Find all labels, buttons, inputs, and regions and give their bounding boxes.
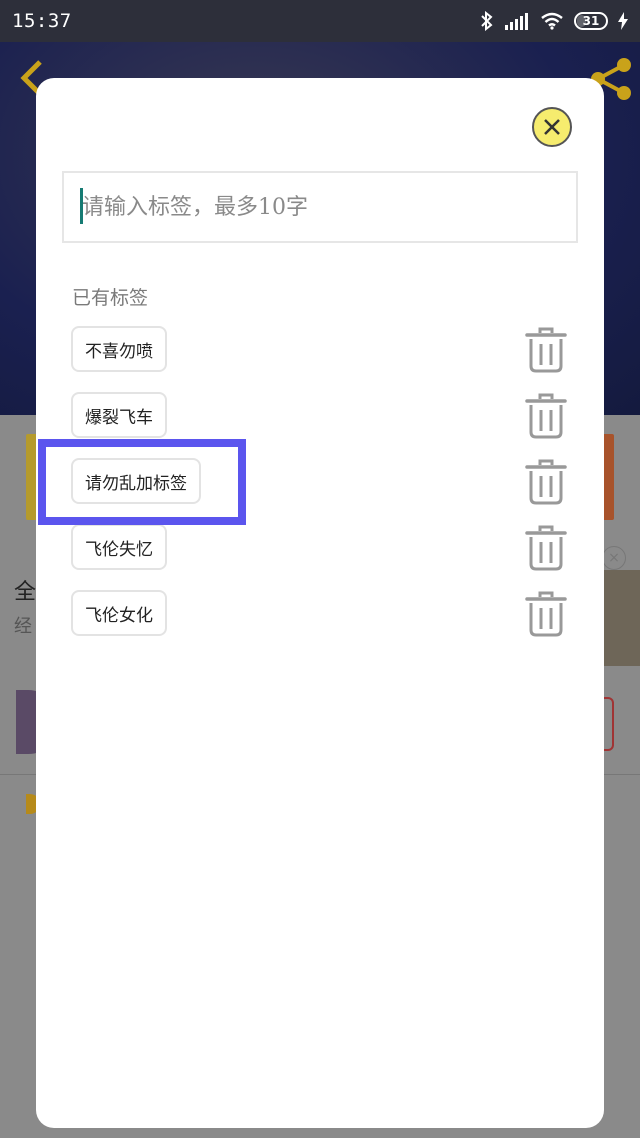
tag-row: 飞伦女化 [36,590,604,642]
trash-icon[interactable] [523,458,569,506]
battery-icon: 31 [574,12,608,30]
tag-row: 请勿乱加标签 [36,458,604,510]
battery-level: 31 [582,14,600,28]
charging-icon [618,12,628,30]
trash-icon[interactable] [523,524,569,572]
trash-icon[interactable] [523,392,569,440]
tag-chip[interactable]: 爆裂飞车 [71,392,167,438]
background-subtitle-fragment: 经 [14,616,32,637]
close-icon [544,119,560,135]
wifi-icon [541,12,563,30]
background-thumbnail [604,570,640,666]
tag-chip[interactable]: 飞伦失忆 [71,524,167,570]
background-close-icon: × [602,546,626,570]
status-icons: 31 [480,11,628,31]
status-time: 15:37 [12,10,72,32]
signal-icon [505,13,528,30]
tag-row: 不喜勿喷 [36,326,604,378]
text-cursor [80,188,83,224]
tag-input[interactable] [62,171,578,243]
trash-icon[interactable] [523,326,569,374]
existing-tags-label: 已有标签 [72,287,149,309]
background-title-fragment: 全 [14,580,37,605]
bluetooth-icon [481,11,493,31]
close-button[interactable] [532,107,572,147]
trash-icon[interactable] [523,590,569,638]
tag-chip[interactable]: 请勿乱加标签 [71,458,201,504]
tag-chip[interactable]: 不喜勿喷 [71,326,167,372]
tag-chip[interactable]: 飞伦女化 [71,590,167,636]
tag-row: 爆裂飞车 [36,392,604,444]
status-bar: 15:37 31 [0,0,640,42]
tag-row: 飞伦失忆 [36,524,604,576]
tag-dialog: 已有标签 不喜勿喷 爆裂飞车 请勿乱加标签 飞伦 [36,78,604,1128]
